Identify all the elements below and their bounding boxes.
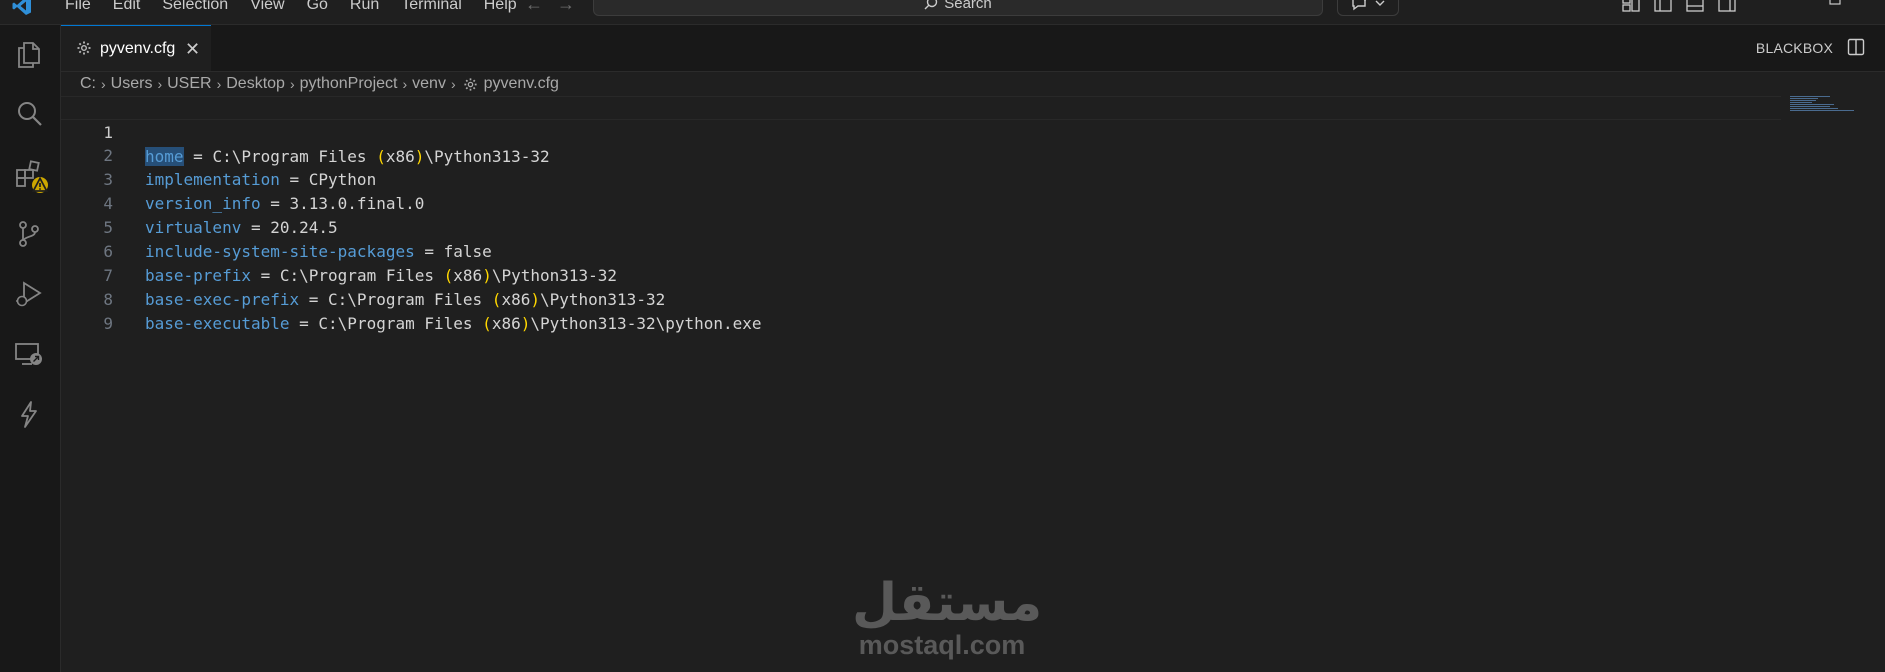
command-center-search[interactable]: Search: [593, 0, 1323, 16]
customize-layout-icon[interactable]: [1622, 0, 1640, 12]
code-line[interactable]: 4 virtualenv = 20.24.5: [61, 168, 1781, 237]
search-small-icon: [924, 0, 938, 10]
chevron-right-icon: ›: [216, 76, 222, 92]
breadcrumb-pythonproject[interactable]: pythonProject: [300, 75, 398, 93]
chevron-right-icon: ›: [101, 76, 106, 92]
toggle-primary-sidebar-icon[interactable]: [1654, 0, 1672, 12]
menu-go[interactable]: Go: [296, 0, 339, 15]
toggle-secondary-sidebar-icon[interactable]: [1718, 0, 1736, 12]
menu-bar: File Edit Selection View Go Run Terminal…: [54, 0, 528, 15]
code-line[interactable]: 6 base-prefix = C:\Program Files (x86)\P…: [61, 216, 1781, 285]
search-button[interactable]: [14, 99, 44, 129]
remote-explorer-icon: [15, 343, 42, 365]
breadcrumb-users[interactable]: Users: [111, 75, 153, 93]
code-line[interactable]: 5 include-system-site-packages = false: [61, 192, 1781, 261]
close-icon[interactable]: ✕: [185, 39, 200, 60]
menu-edit[interactable]: Edit: [102, 0, 152, 15]
code-line[interactable]: 8 base-executable = C:\Program Files (x8…: [61, 264, 1781, 333]
search-icon: [18, 102, 42, 126]
code-line[interactable]: 1 home = C:\Program Files (x86)\Python31…: [61, 96, 1781, 166]
breadcrumb-user[interactable]: USER: [167, 75, 211, 93]
tab-pyvenv-cfg[interactable]: pyvenv.cfg ✕: [61, 25, 211, 71]
breadcrumb-file[interactable]: pyvenv.cfg: [484, 75, 559, 93]
layout-controls: [1622, 0, 1736, 12]
menu-view[interactable]: View: [239, 0, 295, 15]
extensions-button[interactable]: [14, 159, 48, 193]
toggle-panel-icon[interactable]: [1686, 0, 1704, 12]
blackbox-button[interactable]: [14, 399, 44, 429]
breadcrumb: C: › Users › USER › Desktop › pythonProj…: [80, 73, 559, 95]
chevron-right-icon: ›: [402, 76, 408, 92]
run-debug-button[interactable]: [14, 279, 44, 309]
restore-icon[interactable]: [1828, 0, 1842, 6]
explorer-button[interactable]: [14, 39, 44, 69]
remote-explorer-button[interactable]: [14, 339, 44, 369]
search-placeholder: Search: [944, 0, 992, 12]
breadcrumb-venv[interactable]: venv: [412, 75, 446, 93]
files-icon: [18, 42, 40, 68]
gear-icon: [77, 41, 91, 55]
source-control-button[interactable]: [14, 219, 44, 249]
activity-bar: [0, 25, 61, 672]
title-bar: File Edit Selection View Go Run Terminal…: [0, 0, 1885, 25]
tab-label: pyvenv.cfg: [100, 40, 176, 57]
menu-terminal[interactable]: Terminal: [390, 0, 472, 15]
code-line[interactable]: 3 version_info = 3.13.0.final.0: [61, 144, 1781, 213]
minimap[interactable]: [1790, 96, 1860, 116]
chevron-right-icon: ›: [450, 76, 456, 92]
chevron-right-icon: ›: [289, 76, 295, 92]
code-line[interactable]: 2 implementation = CPython: [61, 120, 1781, 189]
lightning-icon: [21, 401, 37, 428]
chevron-right-icon: ›: [157, 76, 163, 92]
nav-arrows: ← →: [525, 0, 575, 15]
breadcrumb-desktop[interactable]: Desktop: [226, 75, 285, 93]
tab-bar: pyvenv.cfg ✕ BLACKBOX: [61, 25, 1885, 72]
menu-file[interactable]: File: [54, 0, 102, 15]
menu-help[interactable]: Help: [473, 0, 528, 15]
code-line[interactable]: 7 base-exec-prefix = C:\Program Files (x…: [61, 240, 1781, 309]
watermark-latin: mostaql.com: [858, 630, 1026, 660]
vscode-logo-icon: [12, 0, 31, 15]
gear-icon: [464, 77, 477, 91]
line-content: base-executable = C:\Program Files (x86)…: [145, 314, 762, 333]
line-number: 9: [103, 314, 113, 333]
chevron-down-icon: [1375, 0, 1385, 6]
forward-arrow-icon[interactable]: →: [557, 0, 575, 15]
breadcrumb-drive[interactable]: C:: [80, 75, 96, 93]
menu-run[interactable]: Run: [339, 0, 390, 15]
code-line[interactable]: 9: [61, 288, 1781, 333]
back-arrow-icon[interactable]: ←: [525, 0, 543, 15]
menu-selection[interactable]: Selection: [151, 0, 239, 15]
mostaql-watermark: مستقل mostaql.com: [852, 573, 1043, 665]
copilot-button[interactable]: [1337, 0, 1399, 16]
run-debug-icon: [16, 281, 42, 307]
blackbox-label[interactable]: BLACKBOX: [1756, 40, 1833, 56]
source-control-icon: [19, 221, 39, 247]
warning-icon: [32, 176, 48, 193]
split-editor-icon[interactable]: [1847, 38, 1865, 56]
watermark-arabic: مستقل: [852, 573, 1043, 633]
copilot-icon: [1352, 0, 1366, 11]
minimize-icon[interactable]: [1770, 0, 1784, 6]
